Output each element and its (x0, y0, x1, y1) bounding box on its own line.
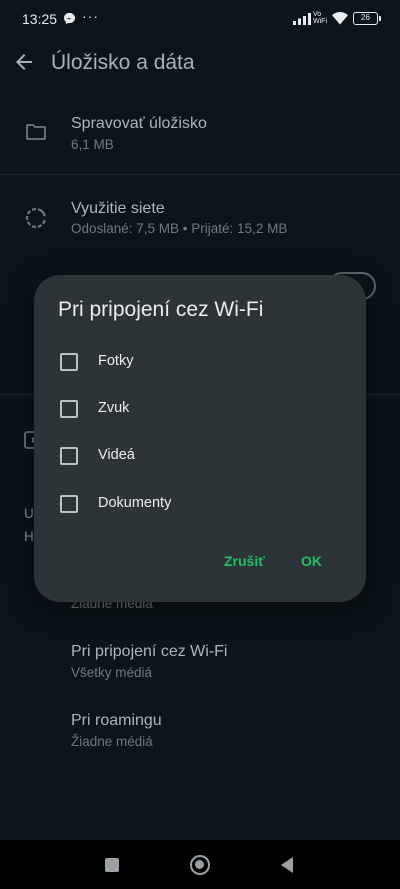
option-photos-label: Fotky (98, 353, 134, 369)
option-documents-label: Dokumenty (98, 495, 172, 511)
checkbox-videos[interactable] (60, 447, 78, 465)
back-triangle-icon[interactable] (281, 857, 293, 873)
dialog-title: Pri pripojení cez Wi-Fi (58, 298, 264, 321)
checkbox-photos[interactable] (60, 353, 78, 371)
option-audio-label: Zvuk (98, 400, 130, 416)
checkbox-audio[interactable] (60, 400, 78, 418)
recents-icon[interactable] (105, 858, 119, 872)
option-videos-label: Videá (98, 447, 135, 463)
option-videos[interactable]: Videá (58, 438, 348, 474)
option-photos[interactable]: Fotky (58, 344, 348, 380)
cancel-button[interactable]: Zrušiť (224, 553, 265, 569)
system-nav-bar (0, 840, 400, 889)
option-documents[interactable]: Dokumenty (58, 486, 348, 522)
option-audio[interactable]: Zvuk (58, 391, 348, 427)
wifi-autodownload-dialog: Pri pripojení cez Wi-Fi Fotky Zvuk Videá… (34, 275, 366, 602)
ok-button[interactable]: OK (301, 553, 322, 569)
checkbox-documents[interactable] (60, 495, 78, 513)
home-icon[interactable] (190, 855, 210, 875)
